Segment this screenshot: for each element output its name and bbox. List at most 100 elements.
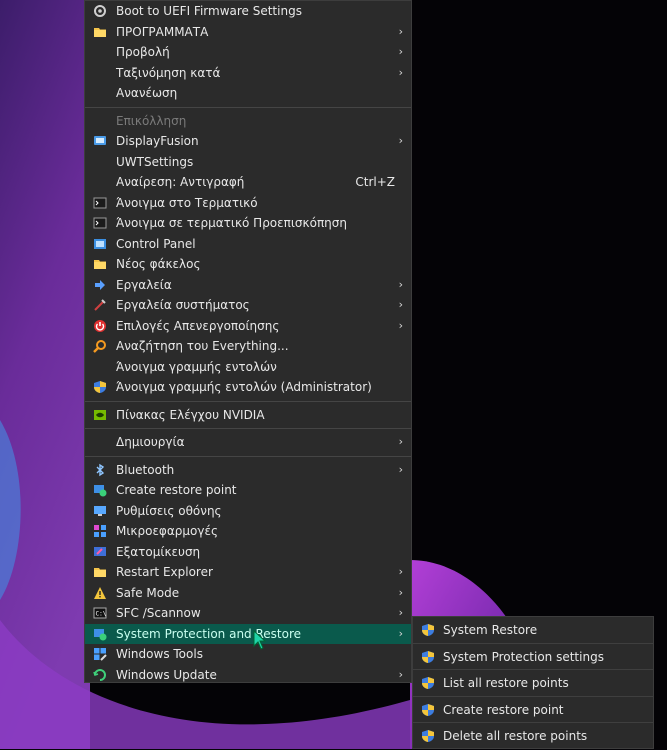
chevron-right-icon: › [398,298,403,311]
menu-item-άνοιγμα-γραμμής-εντολών[interactable]: Άνοιγμα γραμμής εντολών [85,357,411,378]
nvidia-icon [94,409,106,420]
menu-item-sfc-scannow[interactable]: C:\ SFC /Scannow › [85,603,411,624]
shield-icon [422,730,434,743]
menu-item-label: DisplayFusion [116,134,199,148]
menu-separator [85,106,411,108]
menu-item-safe-mode[interactable]: Safe Mode › [85,583,411,604]
chevron-right-icon: › [398,667,403,681]
system-protection-submenu: System Restore System Protection settings… [412,616,654,749]
menu-item-boot-to-uefi-firmware-settings[interactable]: Boot to UEFI Firmware Settings [85,1,411,22]
menu-item-label: Windows Update [116,667,217,682]
menu-item-άνοιγμα-σε-τερματικό-προεπισκόπηση[interactable]: Άνοιγμα σε τερματικό Προεπισκόπηση [85,213,411,234]
menu-item-label: Ταξινόμηση κατά [116,65,221,80]
svg-text:C:\: C:\ [96,611,107,618]
menu-item-label: Επιλογές Απενεργοποίησης [116,318,280,333]
menu-item-label: Δημιουργία [116,435,185,449]
menu-item-label: Restart Explorer [116,565,213,579]
menu-item-άνοιγμα-γραμμής-εντολών-administrator[interactable]: Άνοιγμα γραμμής εντολών (Administrator) [85,377,411,398]
menu-item-εργαλεία[interactable]: Εργαλεία › [85,275,411,296]
bluetooth-icon [96,463,105,476]
folder-icon [94,27,106,37]
menu-item-αναίρεση-αντιγραφή[interactable]: Αναίρεση: Αντιγραφή Ctrl+Z [85,172,411,193]
menu-item-δημιουργία[interactable]: Δημιουργία › [85,432,411,453]
gear-icon [94,5,106,17]
menu-item-label: Bluetooth [116,462,175,477]
menu-item-label: Αναζήτηση του Everything... [116,339,289,353]
menu-item-displayfusion[interactable]: DisplayFusion › [85,131,411,152]
menu-item-label: Ρυθμίσεις οθόνης [116,503,222,518]
windows-tools-icon [94,648,107,661]
menu-item-label: Νέος φάκελος [116,257,201,271]
folder-icon [94,260,106,269]
menu-item-control-panel[interactable]: Control Panel [85,234,411,255]
power-icon [94,319,106,332]
menu-item-label: Άνοιγμα γραμμής εντολών [116,359,277,374]
chevron-right-icon: › [398,606,403,619]
submenu-item-label: System Protection settings [443,649,604,664]
menu-item-label: Άνοιγμα γραμμής εντολών (Administrator) [116,380,372,394]
menu-item-windows-update[interactable]: Windows Update › [85,665,411,686]
shield-icon [422,650,434,663]
menu-item-restart-explorer[interactable]: Restart Explorer › [85,562,411,583]
menu-item-προβολή[interactable]: Προβολή › [85,42,411,63]
chevron-right-icon: › [398,435,403,448]
menu-item-bluetooth[interactable]: Bluetooth › [85,460,411,481]
menu-item-άνοιγμα-στο-τερματικό[interactable]: Άνοιγμα στο Τερματικό [85,193,411,214]
submenu-item-create-restore-point[interactable]: Create restore point [413,697,653,724]
menu-item-create-restore-point[interactable]: Create restore point [85,480,411,501]
menu-item-label: UWTSettings [116,154,194,169]
menu-item-label: Αναίρεση: Αντιγραφή [116,175,245,189]
menu-item-label: Άνοιγμα στο Τερματικό [116,195,258,210]
menu-item-label: Εργαλεία συστήματος [116,298,250,312]
menu-item-μικροεφαρμογές[interactable]: Μικροεφαρμογές [85,521,411,542]
restore-icon [94,628,107,640]
submenu-item-delete-all-restore-points[interactable]: Delete all restore points [413,723,653,750]
menu-item-label: Εξατομίκευση [116,544,201,559]
menu-item-επιλογές-απενεργοποίησης[interactable]: Επιλογές Απενεργοποίησης › [85,316,411,337]
widgets-icon [94,525,106,537]
submenu-item-list-all-restore-points[interactable]: List all restore points [413,670,653,697]
shield-icon [422,624,434,636]
menu-separator [85,428,411,429]
arrow-icon [95,279,105,290]
menu-item-εργαλεία-συστήματος[interactable]: Εργαλεία συστήματος › [85,295,411,316]
menu-item-label: Windows Tools [116,647,203,661]
shield-icon [94,381,106,393]
menu-item-label: Μικροεφαρμογές [116,524,218,538]
terminal-icon [93,217,107,229]
menu-item-νέος-φάκελος[interactable]: Νέος φάκελος [85,254,411,275]
menu-item-προγραμματα[interactable]: ΠΡΟΓΡΑΜΜΑΤΑ › [85,22,411,43]
menu-item-label: Άνοιγμα σε τερματικό Προεπισκόπηση [116,216,347,230]
menu-item-ανανέωση[interactable]: Ανανέωση [85,83,411,104]
personalize-icon [94,546,106,556]
tools-icon [94,299,106,311]
menu-item-label: Πίνακας Ελέγχου NVIDIA [116,407,265,422]
menu-item-αναζήτηση-του-everything[interactable]: Αναζήτηση του Everything... [85,336,411,357]
menu-item-επικόλληση: Επικόλληση [85,111,411,132]
menu-item-label: System Protection and Restore [116,626,302,641]
menu-item-label: Προβολή [116,45,170,59]
windows-update-icon [93,668,106,681]
menu-item-label: Safe Mode [116,585,180,600]
menu-item-label: Boot to UEFI Firmware Settings [116,4,302,18]
menu-item-uwtsettings[interactable]: UWTSettings [85,152,411,173]
chevron-right-icon: › [398,24,403,38]
menu-item-label: Επικόλληση [116,113,187,128]
chevron-right-icon: › [398,626,403,640]
chevron-right-icon: › [398,134,403,147]
warning-icon [94,586,106,599]
submenu-item-system-restore[interactable]: System Restore [413,617,653,644]
chevron-right-icon: › [398,585,403,599]
menu-item-system-protection-and-restore[interactable]: System Protection and Restore › [85,623,411,644]
control-panel-icon [94,238,106,249]
menu-item-ρυθμίσεις-οθόνης[interactable]: Ρυθμίσεις οθόνης [85,501,411,522]
terminal-icon [93,197,107,208]
shortcut-label: Ctrl+Z [355,175,395,189]
mouse-cursor-icon [253,630,267,650]
menu-item-πίνακας-ελέγχου-nvidia[interactable]: Πίνακας Ελέγχου NVIDIA [85,405,411,426]
menu-item-εξατομίκευση[interactable]: Εξατομίκευση [85,542,411,563]
menu-item-windows-tools[interactable]: Windows Tools [85,644,411,665]
submenu-item-system-protection-settings[interactable]: System Protection settings [413,644,653,671]
menu-item-ταξινόμηση-κατά[interactable]: Ταξινόμηση κατά › [85,63,411,84]
chevron-right-icon: › [398,565,403,578]
